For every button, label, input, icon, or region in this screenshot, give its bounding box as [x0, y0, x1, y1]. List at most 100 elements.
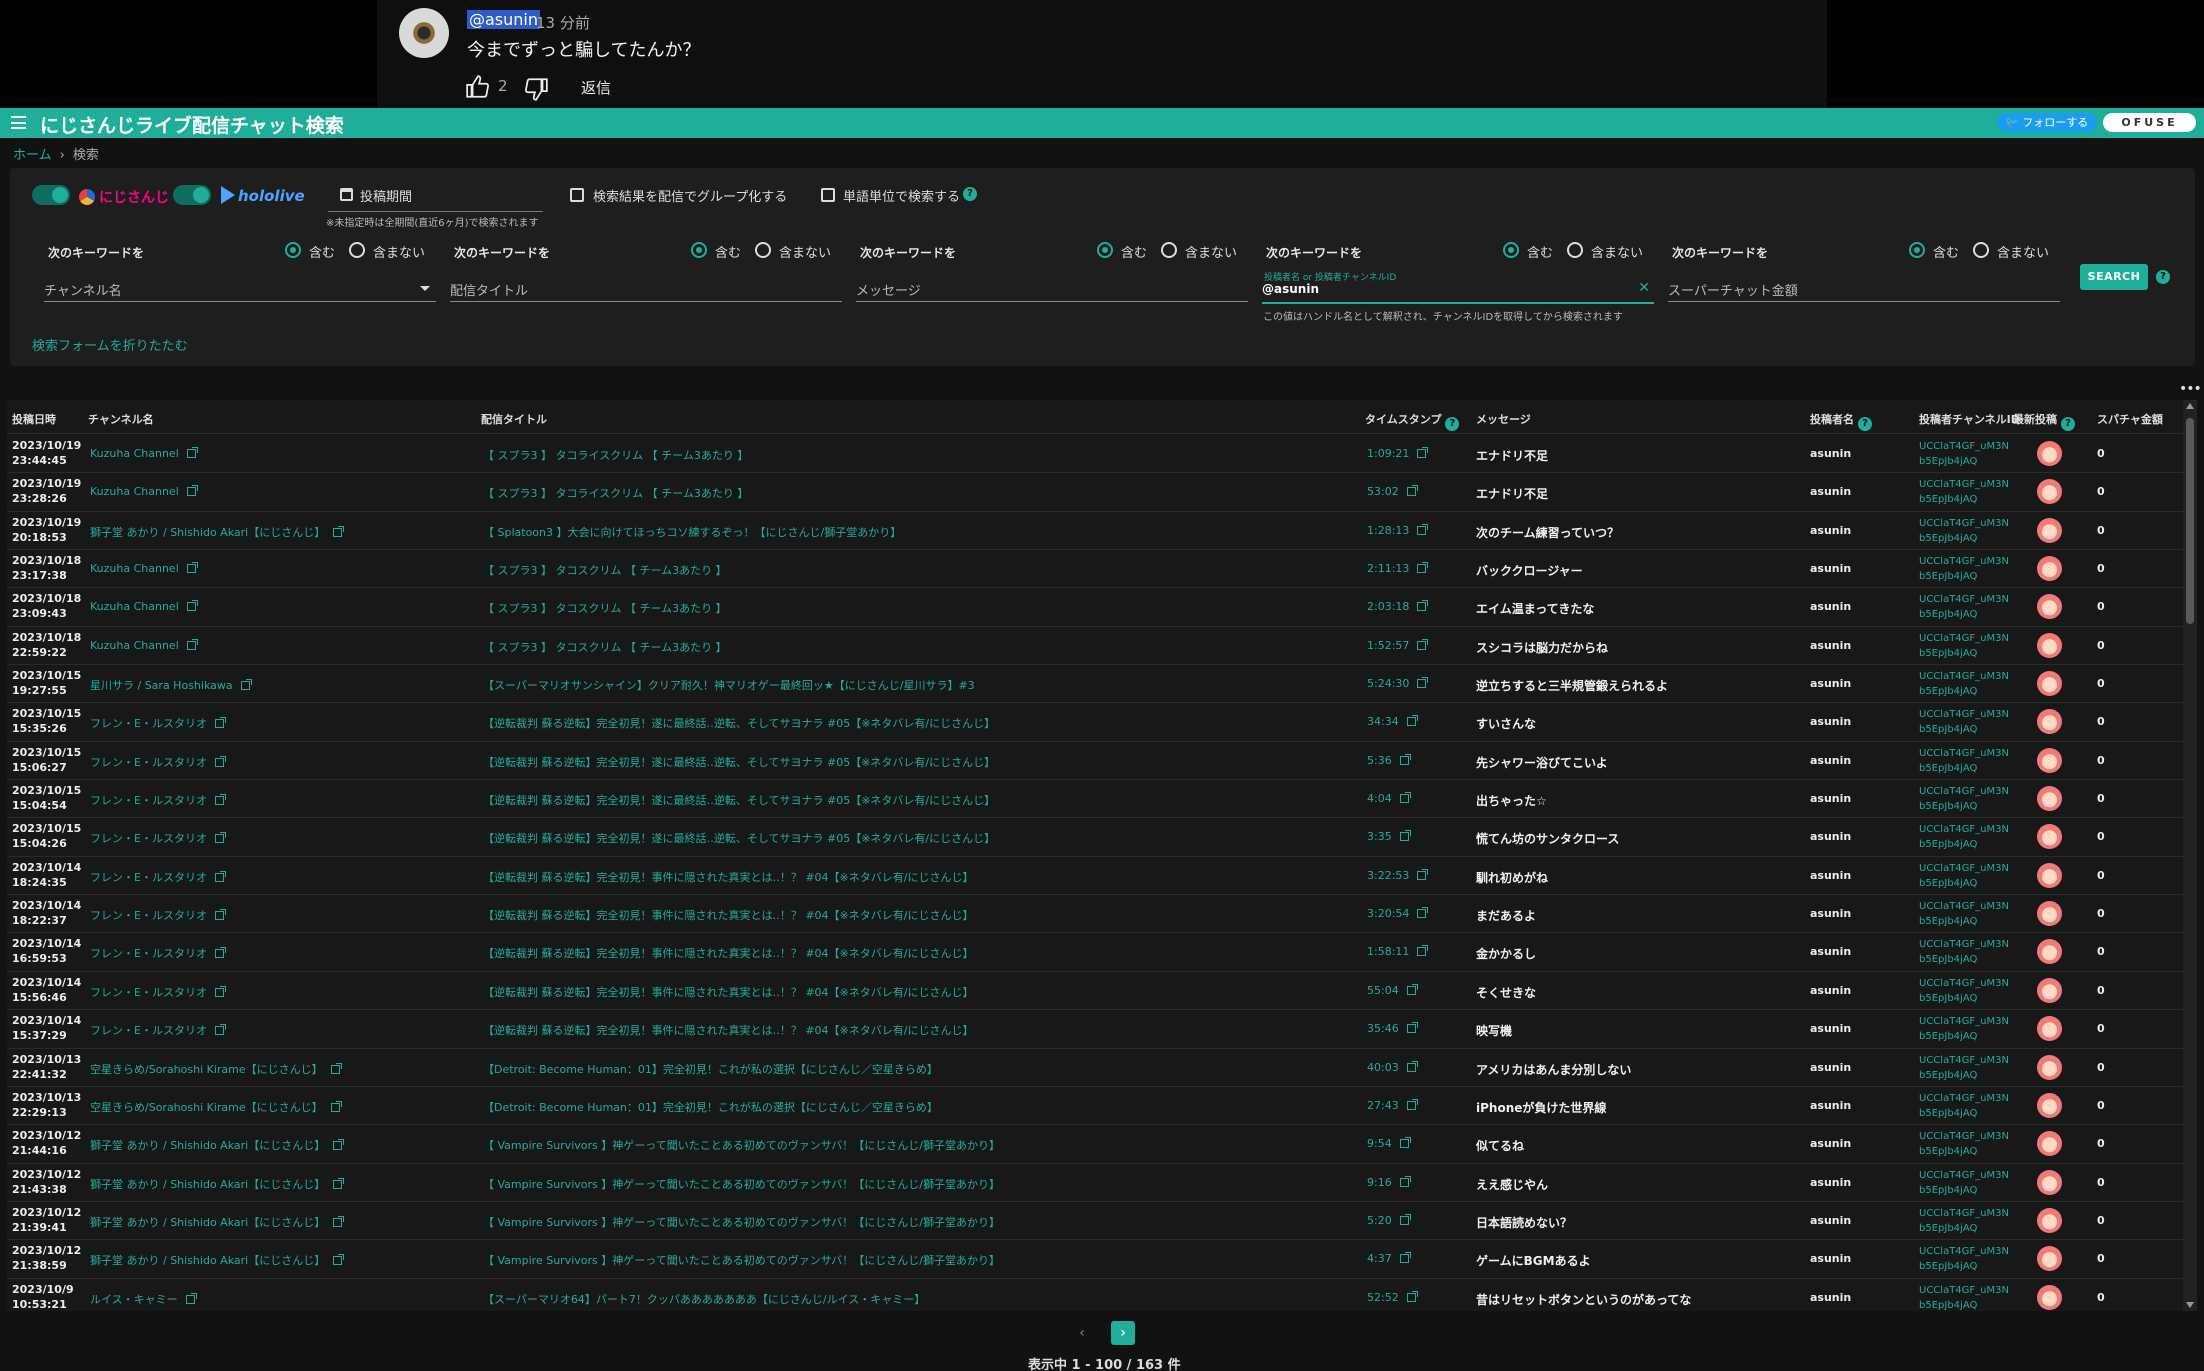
latest-post-avatar[interactable] — [2037, 479, 2062, 505]
timestamp-link[interactable]: 53:02 — [1367, 485, 1418, 498]
stream-title-link[interactable]: 【 スプラ3 】 タコスクリム 【 チーム3あたり 】 — [483, 600, 727, 616]
clear-icon[interactable]: ✕ — [1638, 280, 1650, 296]
timestamp-link[interactable]: 27:43 — [1367, 1098, 1418, 1112]
include-radio[interactable] — [1503, 242, 1519, 258]
header-superchat[interactable]: スパチャ金額 — [2097, 411, 2163, 427]
author-channel-id-link[interactable]: UCClaT4GF_uM3N b5EpJb4jAQ — [1919, 707, 2009, 737]
external-link-icon[interactable] — [214, 947, 226, 959]
include-radio[interactable] — [1097, 242, 1113, 258]
header-latest[interactable]: 最新投稿? — [2013, 411, 2075, 431]
header-timestamp[interactable]: タイムスタンプ? — [1365, 411, 1460, 431]
external-link-icon[interactable] — [1406, 485, 1418, 497]
include-radio[interactable] — [691, 242, 707, 258]
scroll-thumb[interactable] — [2186, 418, 2194, 624]
external-link-icon[interactable] — [333, 525, 345, 537]
author-channel-id-link[interactable]: UCClaT4GF_uM3N b5EpJb4jAQ — [1919, 1168, 2009, 1198]
stream-title-link[interactable]: 【 Vampire Survivors 】神ゲーって聞いたことある初めてのヴァン… — [483, 1252, 1000, 1268]
external-link-icon[interactable] — [1417, 523, 1429, 535]
timestamp-link[interactable]: 2:03:18 — [1367, 600, 1429, 613]
include-radio[interactable] — [1909, 242, 1925, 258]
external-link-icon[interactable] — [214, 717, 226, 729]
include-radio[interactable] — [285, 242, 301, 258]
external-link-icon[interactable] — [1417, 600, 1429, 612]
stream-title-link[interactable]: 【逆転裁判 蘇る逆転】完全初見！遂に最終話‥逆転、そしてサヨナラ #05【※ネタ… — [483, 792, 995, 808]
external-link-icon[interactable] — [214, 985, 226, 997]
thumbs-down-icon[interactable] — [523, 76, 549, 102]
author-channel-id-link[interactable]: UCClaT4GF_uM3N b5EpJb4jAQ — [1919, 899, 2009, 929]
scroll-down-icon[interactable] — [2186, 1302, 2194, 1308]
author-input[interactable]: @asunin ✕ — [1262, 278, 1654, 304]
author-channel-id-link[interactable]: UCClaT4GF_uM3N b5EpJb4jAQ — [1919, 669, 2009, 699]
timestamp-link[interactable]: 40:03 — [1367, 1060, 1418, 1074]
header-title[interactable]: 配信タイトル — [481, 411, 547, 427]
author-channel-id-link[interactable]: UCClaT4GF_uM3N b5EpJb4jAQ — [1919, 1053, 2009, 1083]
latest-post-avatar[interactable] — [2037, 1207, 2062, 1233]
timestamp-link[interactable]: 34:34 — [1367, 715, 1418, 728]
app-title[interactable]: にじさんじライブ配信チャット検索 — [40, 111, 344, 138]
help-icon[interactable]: ? — [1858, 417, 1872, 431]
author-channel-id-link[interactable]: UCClaT4GF_uM3N b5EpJb4jAQ — [1919, 439, 2009, 469]
external-link-icon[interactable] — [1417, 945, 1429, 957]
author-channel-id-link[interactable]: UCClaT4GF_uM3N b5EpJb4jAQ — [1919, 861, 2009, 891]
latest-post-avatar[interactable] — [2037, 786, 2062, 812]
channel-name-link[interactable]: フレン・E・ルスタリオ — [90, 754, 226, 770]
latest-post-avatar[interactable] — [2037, 939, 2062, 965]
external-link-icon[interactable] — [186, 447, 198, 458]
stream-title-link[interactable]: 【Detroit: Become Human：01】完全初見！これが私の選択【に… — [483, 1099, 938, 1115]
timestamp-link[interactable]: 5:36 — [1367, 753, 1411, 767]
channel-name-link[interactable]: フレン・E・ルスタリオ — [90, 792, 226, 808]
external-link-icon[interactable] — [1399, 1175, 1411, 1187]
stream-title-link[interactable]: 【 スプラ3 】 タコスクリム 【 チーム3あたり 】 — [483, 562, 727, 578]
header-author[interactable]: 投稿者名? — [1810, 411, 1872, 431]
author-channel-id-link[interactable]: UCClaT4GF_uM3N b5EpJb4jAQ — [1919, 1244, 2009, 1274]
channel-name-link[interactable]: Kuzuha Channel — [90, 600, 198, 613]
author-channel-id-link[interactable]: UCClaT4GF_uM3N b5EpJb4jAQ — [1919, 631, 2009, 661]
channel-name-link[interactable]: 獅子堂 あかり / Shishido Akari【にじさんじ】 — [90, 524, 345, 540]
author-channel-id-link[interactable]: UCClaT4GF_uM3N b5EpJb4jAQ — [1919, 477, 2009, 507]
latest-post-avatar[interactable] — [2037, 441, 2062, 466]
timestamp-link[interactable]: 5:20 — [1367, 1213, 1411, 1227]
external-link-icon[interactable] — [1417, 677, 1429, 689]
stream-title-link[interactable]: 【 Vampire Survivors 】神ゲーって聞いたことある初めてのヴァン… — [483, 1137, 1000, 1153]
latest-post-avatar[interactable] — [2037, 1092, 2062, 1118]
external-link-icon[interactable] — [330, 1062, 342, 1074]
channel-name-link[interactable]: フレン・E・ルスタリオ — [90, 869, 226, 885]
channel-name-link[interactable]: 空星きらめ/Sorahoshi Kirame【にじさんじ】 — [90, 1099, 342, 1115]
help-icon[interactable]: ? — [1445, 417, 1460, 431]
external-link-icon[interactable] — [1406, 1290, 1418, 1302]
channel-name-link[interactable]: Kuzuha Channel — [90, 485, 198, 498]
external-link-icon[interactable] — [1399, 792, 1411, 804]
external-link-icon[interactable] — [214, 832, 226, 844]
external-link-icon[interactable] — [1399, 1137, 1411, 1149]
stream-title-link[interactable]: 【 Vampire Survivors 】神ゲーって聞いたことある初めてのヴァン… — [483, 1214, 1000, 1230]
channel-name-link[interactable]: Kuzuha Channel — [90, 638, 198, 652]
stream-title-link[interactable]: 【逆転裁判 蘇る逆転】完全初見！事件に隠された真実とは‥！？ #04【※ネタバレ… — [483, 945, 973, 961]
previous-page-button[interactable]: ‹ — [1070, 1321, 1094, 1345]
stream-title-link[interactable]: 【 Splatoon3 】大会に向けてほっちコソ練するぞっ！【にじさんじ/獅子堂… — [483, 524, 901, 540]
external-link-icon[interactable] — [1417, 562, 1429, 574]
stream-title-link[interactable]: 【スーパーマリオ64】パート7！クッパあああああああ【にじさんじ/ルイス・キャミ… — [483, 1291, 925, 1307]
channel-name-link[interactable]: ルイス・キャミー — [90, 1291, 197, 1307]
exclude-radio[interactable] — [1161, 242, 1177, 258]
latest-post-avatar[interactable] — [2037, 517, 2062, 543]
channel-name-link[interactable]: 獅子堂 あかり / Shishido Akari【にじさんじ】 — [90, 1176, 345, 1192]
external-link-icon[interactable] — [186, 600, 198, 612]
latest-post-avatar[interactable] — [2037, 1284, 2062, 1310]
external-link-icon[interactable] — [240, 679, 252, 691]
external-link-icon[interactable] — [214, 755, 226, 767]
header-message[interactable]: メッセージ — [1476, 411, 1531, 427]
external-link-icon[interactable] — [214, 870, 226, 882]
stream-title-link[interactable]: 【Detroit: Become Human：01】完全初見！これが私の選択【に… — [483, 1061, 938, 1077]
external-link-icon[interactable] — [186, 485, 198, 497]
latest-post-avatar[interactable] — [2037, 594, 2062, 620]
latest-post-avatar[interactable] — [2037, 901, 2062, 927]
header-channel[interactable]: チャンネル名 — [88, 411, 154, 427]
author-channel-id-link[interactable]: UCClaT4GF_uM3N b5EpJb4jAQ — [1919, 516, 2009, 546]
author-channel-id-link[interactable]: UCClaT4GF_uM3N b5EpJb4jAQ — [1919, 1129, 2009, 1159]
external-link-icon[interactable] — [214, 909, 226, 921]
timestamp-link[interactable]: 1:58:11 — [1367, 945, 1429, 958]
channel-name-link[interactable]: フレン・E・ルスタリオ — [90, 830, 226, 846]
external-link-icon[interactable] — [186, 562, 198, 574]
channel-name-link[interactable]: 獅子堂 あかり / Shishido Akari【にじさんじ】 — [90, 1137, 345, 1153]
more-options-icon[interactable]: ••• — [2179, 381, 2202, 397]
